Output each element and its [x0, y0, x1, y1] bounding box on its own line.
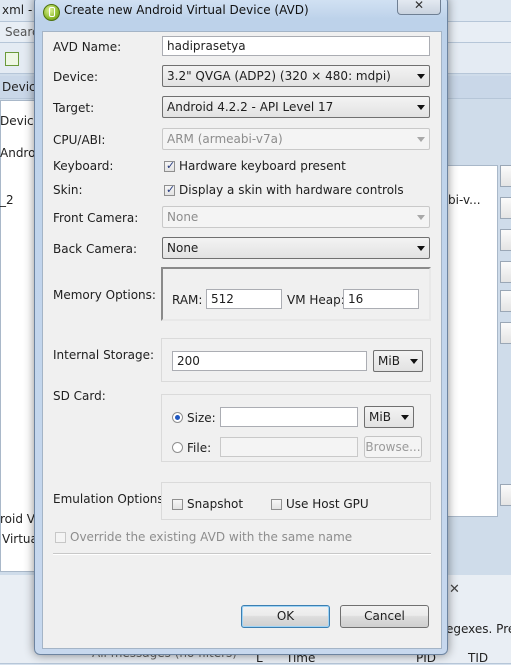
- cancel-button[interactable]: Cancel: [340, 605, 429, 628]
- close-button[interactable]: ✕: [397, 0, 441, 15]
- sd-size-label[interactable]: Size:: [187, 411, 216, 425]
- internal-storage-unit-value: MiB: [378, 354, 400, 368]
- background-android-label: Androi: [0, 146, 39, 160]
- cpu-abi-label: CPU/ABI:: [53, 133, 106, 147]
- background-side-button[interactable]: [500, 290, 511, 312]
- android-icon: [43, 4, 60, 21]
- memory-options-group: RAM: 512 VM Heap: 16: [161, 267, 431, 321]
- background-side-button[interactable]: [500, 165, 511, 187]
- cpu-abi-select-value: ARM (armeabi-v7a): [167, 132, 283, 146]
- close-icon[interactable]: ✕: [449, 582, 460, 597]
- dialog-title: Create new Android Virtual Device (AVD): [64, 3, 309, 17]
- background-row-label: _2: [0, 193, 14, 207]
- dialog-body: AVD Name: hadiprasetya Device: 3.2" QVGA…: [42, 31, 442, 649]
- emulation-options-group: Snapshot Use Host GPU: [161, 482, 431, 520]
- ram-label: RAM:: [172, 293, 203, 307]
- cpu-abi-select[interactable]: ARM (armeabi-v7a): [162, 128, 430, 150]
- separator: [53, 553, 431, 555]
- sd-file-radio[interactable]: [172, 442, 183, 453]
- internal-storage-label: Internal Storage:: [53, 348, 155, 362]
- device-select-value: 3.2" QVGA (ADP2) (320 × 480: mdpi): [167, 69, 391, 83]
- chevron-down-icon: [417, 137, 425, 142]
- sd-size-radio[interactable]: [172, 412, 183, 423]
- keyboard-label: Keyboard:: [53, 159, 114, 173]
- skin-checkbox[interactable]: [164, 183, 175, 196]
- background-side-button[interactable]: [500, 229, 511, 251]
- back-camera-select[interactable]: None: [162, 237, 430, 259]
- chevron-down-icon: [417, 215, 425, 220]
- target-select[interactable]: Android 4.2.2 - API Level 17: [162, 96, 430, 118]
- device-select[interactable]: 3.2" QVGA (ADP2) (320 × 480: mdpi): [162, 65, 430, 87]
- sd-file-input[interactable]: [220, 437, 358, 457]
- background-regex: egexes. Prefi: [446, 622, 511, 636]
- front-camera-select-value: None: [167, 210, 199, 224]
- avd-dialog: Create new Android Virtual Device (AVD) …: [34, 0, 448, 655]
- background-right-panel: [446, 165, 498, 517]
- browse-button[interactable]: Browse...: [364, 436, 422, 458]
- checkbox-icon: [5, 52, 19, 66]
- use-host-gpu-label[interactable]: Use Host GPU: [286, 497, 369, 511]
- skin-label: Skin:: [53, 183, 83, 197]
- target-label: Target:: [53, 101, 95, 115]
- back-camera-select-value: None: [167, 241, 199, 255]
- skin-checkbox-label[interactable]: Display a skin with hardware controls: [179, 183, 404, 197]
- snapshot-label[interactable]: Snapshot: [187, 497, 243, 511]
- memory-options-label: Memory Options:: [53, 288, 156, 302]
- chevron-down-icon: [417, 246, 425, 251]
- front-camera-select[interactable]: None: [162, 206, 430, 228]
- vm-heap-label: VM Heap:: [287, 293, 345, 307]
- target-select-value: Android 4.2.2 - API Level 17: [167, 100, 334, 114]
- avd-name-input[interactable]: hadiprasetya: [162, 36, 430, 56]
- background-abi-fragment: bi-v...: [448, 193, 481, 207]
- background-side-button[interactable]: [500, 261, 511, 283]
- background-side-button[interactable]: [500, 484, 511, 506]
- chevron-down-icon: [417, 74, 425, 79]
- use-host-gpu-checkbox[interactable]: [271, 499, 282, 510]
- chevron-down-icon: [401, 415, 409, 420]
- ok-button[interactable]: OK: [241, 605, 330, 628]
- chevron-down-icon: [417, 105, 425, 110]
- keyboard-checkbox[interactable]: [164, 159, 175, 172]
- device-label: Device:: [53, 70, 99, 84]
- vm-heap-input[interactable]: 16: [343, 289, 419, 309]
- front-camera-label: Front Camera:: [53, 211, 139, 225]
- avd-name-label: AVD Name:: [53, 40, 122, 54]
- internal-storage-group: 200 MiB: [161, 338, 431, 382]
- chevron-down-icon: [410, 359, 418, 364]
- sd-size-input[interactable]: [220, 407, 358, 427]
- close-icon: ✕: [413, 0, 425, 12]
- sd-card-label: SD Card:: [53, 389, 106, 403]
- back-camera-label: Back Camera:: [53, 242, 138, 256]
- sd-size-unit-value: MiB: [369, 410, 391, 424]
- background-left-panel: [0, 100, 36, 572]
- internal-storage-input[interactable]: 200: [172, 351, 367, 371]
- dialog-titlebar[interactable]: Create new Android Virtual Device (AVD) …: [35, 0, 447, 23]
- background-side-button[interactable]: [500, 197, 511, 219]
- background-virtua: Virtua: [2, 532, 38, 546]
- keyboard-checkbox-label[interactable]: Hardware keyboard present: [179, 159, 346, 173]
- background-devices-tab[interactable]: Devic: [2, 80, 36, 94]
- background-side-button[interactable]: [500, 322, 511, 344]
- override-checkbox[interactable]: [55, 532, 66, 543]
- ram-input[interactable]: 512: [206, 289, 282, 309]
- emulation-options-label: Emulation Options:: [53, 492, 168, 506]
- sd-file-label[interactable]: File:: [187, 441, 211, 455]
- background-android-virt: roid Vi: [0, 512, 39, 526]
- internal-storage-unit-select[interactable]: MiB: [373, 350, 423, 372]
- sd-card-group: Size: MiB File: Browse...: [161, 394, 431, 462]
- snapshot-checkbox[interactable]: [172, 499, 183, 510]
- sd-size-unit-select[interactable]: MiB: [364, 406, 414, 428]
- override-label[interactable]: Override the existing AVD with the same …: [70, 530, 352, 544]
